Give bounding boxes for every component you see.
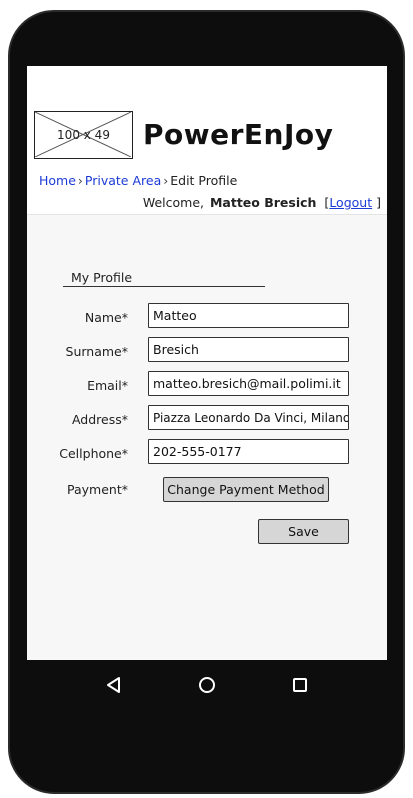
app-content: 100 x 49 PowerEnJoy Home › Private Area › Ed… [27, 92, 387, 660]
chevron-right-icon: › [163, 173, 169, 188]
welcome-greeting: Welcome, [142, 195, 204, 210]
battery-icon [326, 70, 335, 87]
breadcrumb-current: Edit Profile [170, 173, 238, 188]
name-label: Name* [84, 310, 128, 325]
welcome-bar: Welcome, Matteo Bresich [Logout ] [143, 195, 381, 210]
email-label: Email* [87, 378, 128, 393]
section-divider [63, 286, 265, 287]
address-field[interactable]: Piazza Leonardo Da Vinci, Milano [148, 405, 349, 430]
home-icon[interactable] [196, 674, 218, 696]
wifi-icon [282, 69, 297, 87]
breadcrumb-private-area-link[interactable]: Private Area [85, 173, 161, 188]
user-name: Matteo Bresich [209, 195, 317, 210]
logout-link[interactable]: Logout [329, 195, 372, 210]
breadcrumb: Home › Private Area › Edit Profile [39, 173, 237, 188]
bracket-close: ] [376, 195, 381, 210]
signal-icon [305, 70, 318, 87]
logo-placeholder-text: 100 x 49 [57, 128, 110, 142]
payment-label: Payment* [67, 482, 128, 497]
cellphone-label: Cellphone* [59, 446, 128, 461]
status-time: 12:30 [343, 71, 381, 86]
logo-placeholder: 100 x 49 [34, 111, 133, 159]
save-button[interactable]: Save [258, 519, 349, 544]
app-title: PowerEnJoy [143, 118, 334, 151]
name-field[interactable]: Matteo [148, 303, 349, 328]
change-payment-button[interactable]: Change Payment Method [163, 477, 329, 502]
recents-icon[interactable] [289, 674, 311, 696]
breadcrumb-home-link[interactable]: Home [39, 173, 76, 188]
android-nav-bar [27, 660, 387, 710]
address-label: Address* [71, 412, 128, 427]
surname-field[interactable]: Bresich [148, 337, 349, 362]
chevron-right-icon: › [77, 173, 83, 188]
page-header: 100 x 49 PowerEnJoy Home › Private Area › Ed… [27, 92, 387, 215]
surname-label: Surname* [65, 344, 128, 359]
email-field[interactable]: matteo.bresich@mail.polimi.it [148, 371, 349, 396]
status-bar: 12:30 [27, 66, 387, 92]
back-icon[interactable] [103, 674, 125, 696]
cellphone-field[interactable]: 202-555-0177 [148, 439, 349, 464]
section-title: My Profile [71, 270, 133, 285]
